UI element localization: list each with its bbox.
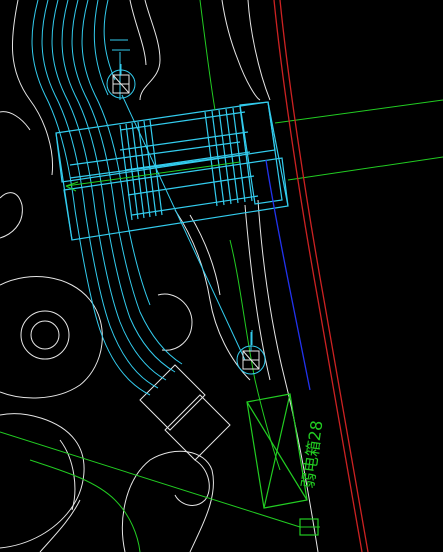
- drawing-background: [0, 0, 443, 552]
- cad-drawing-canvas: 弱电箱28: [0, 0, 443, 552]
